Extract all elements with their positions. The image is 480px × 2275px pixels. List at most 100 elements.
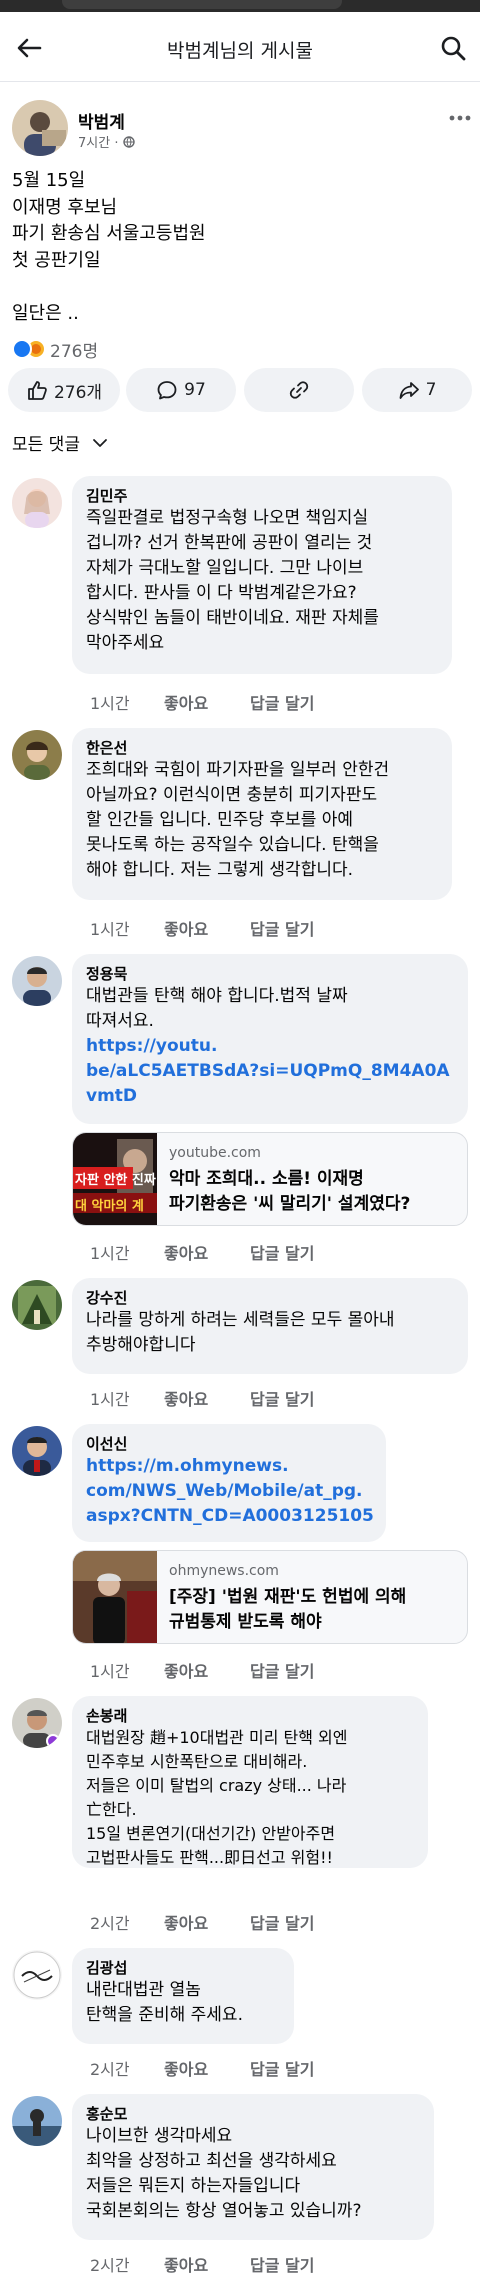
- like-count: 276개: [53, 382, 103, 403]
- avatar[interactable]: [12, 1280, 62, 1330]
- search-icon[interactable]: [440, 35, 466, 61]
- comment-button[interactable]: 97: [126, 368, 236, 412]
- commenter-name[interactable]: 이선신: [86, 1434, 372, 1454]
- link-preview-card[interactable]: ohmynews.com [주장] '법원 재판'도 헌법에 의해 규범통제 받…: [72, 1550, 468, 1644]
- comment-actions: 1시간 좋아요 답글 달기: [90, 916, 314, 940]
- top-bar: 박범계님의 게시물: [0, 12, 480, 82]
- comment-like-button[interactable]: 좋아요: [164, 2252, 250, 2275]
- comment-like-button[interactable]: 좋아요: [164, 1240, 250, 1264]
- comment-time[interactable]: 1시간: [90, 916, 164, 940]
- comment-text-line: 나라를 망하게 하려는 세력들은 모두 몰아내: [86, 1310, 395, 1330]
- share-arrow-icon: [399, 382, 419, 399]
- like-button[interactable]: 276개: [8, 368, 120, 412]
- post-line: 이재명 후보님: [12, 196, 118, 218]
- comment-link-line[interactable]: aspx?CNTN_CD=A0003125105: [86, 1504, 374, 1529]
- reaction-count: 276명: [50, 341, 99, 362]
- comment-time[interactable]: 1시간: [90, 1658, 164, 1682]
- comment-time[interactable]: 1시간: [90, 1240, 164, 1264]
- author-name[interactable]: 박범계: [78, 108, 125, 133]
- avatar[interactable]: [12, 478, 62, 528]
- commenter-name[interactable]: 김민주: [86, 486, 438, 506]
- comment-link-line[interactable]: com/NWS_Web/Mobile/at_pg.: [86, 1479, 372, 1504]
- avatar[interactable]: [12, 1950, 62, 2000]
- comment-text-line: 따져서요.: [86, 1011, 154, 1031]
- comment-like-button[interactable]: 좋아요: [164, 1386, 250, 1410]
- comment-reply-button[interactable]: 답글 달기: [250, 1658, 314, 1682]
- comment-link-line[interactable]: vmtD: [86, 1084, 454, 1109]
- comment-link-line[interactable]: https://youtu.: [86, 1034, 454, 1059]
- post-body: 5월 15일 이재명 후보님 파기 환송심 서울고등법원 첫 공판기일 일단은 …: [12, 168, 468, 327]
- comment-count: 97: [184, 380, 206, 400]
- post-time[interactable]: 7시간: [78, 136, 110, 151]
- like-reaction-icon: [12, 339, 32, 359]
- avatar[interactable]: [12, 1426, 62, 1476]
- comment-text-line: 아닐까요? 이런식이면 충분히 피기자판도: [86, 785, 378, 805]
- comment-link-line[interactable]: be/aLC5AETBSdA?si=UQPmQ_8M4A0A: [86, 1059, 454, 1084]
- comment-actions: 1시간 좋아요 답글 달기: [90, 1658, 314, 1682]
- profile-badge-icon: [46, 1734, 60, 1748]
- comment-filter-label: 모든 댓글: [12, 435, 80, 455]
- comment-text-line: 겁니까? 선거 한복판에 공판이 열리는 것: [86, 533, 373, 553]
- comment-time[interactable]: 2시간: [90, 2252, 164, 2275]
- commenter-name[interactable]: 김광섭: [86, 1958, 280, 1978]
- commenter-name[interactable]: 홍순모: [86, 2104, 420, 2124]
- comment-bubble-icon: [157, 381, 177, 400]
- reaction-summary[interactable]: 276명: [12, 334, 98, 364]
- comment-reply-button[interactable]: 답글 달기: [250, 690, 314, 714]
- comment-like-button[interactable]: 좋아요: [164, 916, 250, 940]
- comment-reply-button[interactable]: 답글 달기: [250, 2056, 314, 2080]
- comment-text-line: 자체가 극대노할 일입니다. 그만 나이브: [86, 558, 364, 578]
- comment-reply-button[interactable]: 답글 달기: [250, 1240, 314, 1264]
- link-domain: ohmynews.com: [169, 1563, 279, 1579]
- comment-time[interactable]: 2시간: [90, 2056, 164, 2080]
- post-meta: 7시간 ·: [78, 132, 135, 151]
- comment-text-line: 민주후보 시한폭탄으로 대비해라.: [86, 1752, 308, 1771]
- share-button[interactable]: 7: [362, 368, 472, 412]
- author-avatar[interactable]: [12, 100, 68, 156]
- comment-link-line[interactable]: https://m.ohmynews.: [86, 1454, 372, 1479]
- comment-reply-button[interactable]: 답글 달기: [250, 1386, 314, 1410]
- comment-filter[interactable]: 모든 댓글: [12, 430, 108, 455]
- link-title-line: 파기환송은 '씨 말리기' 설계였다?: [169, 1194, 411, 1214]
- comment-like-button[interactable]: 좋아요: [164, 2056, 250, 2080]
- comment-reply-button[interactable]: 답글 달기: [250, 1910, 314, 1934]
- avatar[interactable]: [12, 730, 62, 780]
- comment-text-line: 즉일판결로 법정구속형 나오면 책임지실: [86, 508, 369, 528]
- comment-reply-button[interactable]: 답글 달기: [250, 2252, 314, 2275]
- more-options-icon[interactable]: [448, 114, 472, 122]
- post-header: 박범계 7시간 ·: [0, 82, 480, 172]
- comment-bubble: 한은선 조희대와 국힘이 파기자판을 일부러 안한건 아닐까요? 이런식이면 충…: [72, 728, 452, 900]
- comment-text-line: 국회본회의는 항상 열어놓고 있습니까?: [86, 2201, 362, 2221]
- commenter-name[interactable]: 손봉래: [86, 1706, 414, 1726]
- link-preview-card[interactable]: 자판 안한 진짜 대 악마의 계 youtube.com 악마 조희대.. 소름…: [72, 1132, 468, 1226]
- comment-like-button[interactable]: 좋아요: [164, 1658, 250, 1682]
- chevron-down-icon: [93, 438, 107, 447]
- commenter-name[interactable]: 정용묵: [86, 964, 454, 984]
- comment-like-button[interactable]: 좋아요: [164, 1910, 250, 1934]
- avatar[interactable]: [12, 1698, 62, 1748]
- post-line: 파기 환송심 서울고등법원: [12, 223, 206, 244]
- comment-text-line: 상식밖인 놈들이 태반이네요. 재판 자체를: [86, 608, 379, 628]
- comment-time[interactable]: 1시간: [90, 1386, 164, 1410]
- copy-link-button[interactable]: [244, 368, 354, 412]
- back-arrow-icon[interactable]: [16, 36, 42, 60]
- page-title: 박범계님의 게시물: [167, 40, 313, 62]
- comment-text-line: 최악을 상정하고 최선을 생각하세요: [86, 2151, 337, 2171]
- avatar[interactable]: [12, 956, 62, 1006]
- thumbnail-caption: 자판 안한 진짜: [75, 1173, 156, 1188]
- meta-separator: ·: [114, 136, 119, 151]
- comment-actions: 1시간 좋아요 답글 달기: [90, 1240, 314, 1264]
- commenter-name[interactable]: 강수진: [86, 1288, 454, 1308]
- comment-reply-button[interactable]: 답글 달기: [250, 916, 314, 940]
- comment-actions: 2시간 좋아요 답글 달기: [90, 2056, 314, 2080]
- comment-text-line: 탄핵을 준비해 주세요.: [86, 2005, 243, 2025]
- comment-actions: 1시간 좋아요 답글 달기: [90, 1386, 314, 1410]
- comment-time[interactable]: 2시간: [90, 1910, 164, 1934]
- comment-time[interactable]: 1시간: [90, 690, 164, 714]
- comment-like-button[interactable]: 좋아요: [164, 690, 250, 714]
- comment-text-line: 대법원장 趙+10대법관 미리 탄핵 외엔: [86, 1728, 348, 1747]
- avatar[interactable]: [12, 2096, 62, 2146]
- commenter-name[interactable]: 한은선: [86, 738, 438, 758]
- comment-text-line: 亡한다.: [86, 1800, 137, 1819]
- comment-bubble: 김민주 즉일판결로 법정구속형 나오면 책임지실 겁니까? 선거 한복판에 공판…: [72, 476, 452, 674]
